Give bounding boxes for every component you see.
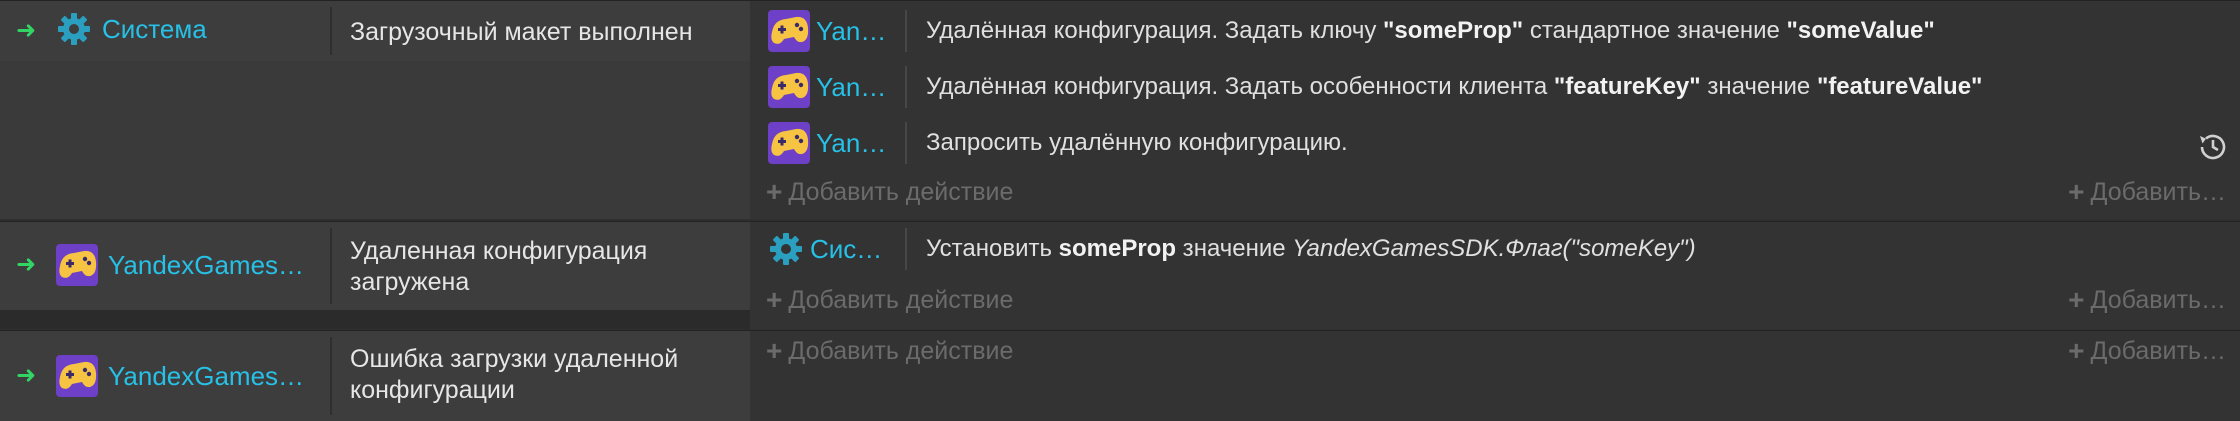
event-condition-area[interactable]: ➜ YandexGames… Ошибка загрузки удаленной… [0, 331, 750, 421]
action-text-part: Удалённая конфигурация. Задать особеннос… [926, 73, 1554, 100]
action-text-part: Установить [926, 235, 1059, 262]
add-more-label: Добавить… [2090, 285, 2227, 314]
event-sheet: ➜ Система Загрузочный макет выполнен Yan… [0, 0, 2240, 421]
action-text-part: стандартное значение [1523, 17, 1787, 44]
add-action-label: Добавить действие [788, 285, 1014, 314]
add-more-button[interactable]: + Добавить… [2068, 335, 2226, 367]
plus-icon: + [766, 335, 783, 366]
action-param: "someValue" [1786, 17, 1935, 44]
arrow-right-icon: ➜ [16, 16, 37, 44]
add-more-button[interactable]: + Добавить… [2068, 284, 2226, 316]
divider [905, 122, 907, 164]
action-object-name: Сис… [810, 233, 883, 264]
action-text[interactable]: Установить someProp значение YandexGames… [926, 235, 1696, 263]
action-text-part: значение [1176, 235, 1293, 262]
divider [330, 228, 332, 304]
action-expression: YandexGamesSDK.Флаг("someKey") [1292, 235, 1696, 262]
gear-icon [770, 233, 802, 265]
add-more-button[interactable]: + Добавить… [2068, 176, 2226, 208]
divider [905, 10, 907, 52]
action-text[interactable]: Удалённая конфигурация. Задать ключу "so… [926, 17, 1935, 45]
event-actions-area[interactable]: + Добавить действие + Добавить… [750, 331, 2240, 421]
action-param: "featureKey" [1553, 73, 1701, 100]
add-action-button[interactable]: + Добавить действие [766, 284, 1013, 316]
event-block[interactable]: ➜ YandexGames… Ошибка загрузки удаленной… [0, 330, 2240, 421]
add-action-row: + Добавить действие + Добавить… [750, 335, 2240, 373]
action-object-name: Yan… [816, 127, 887, 158]
event-block[interactable]: ➜ Система Загрузочный макет выполнен Yan… [0, 0, 2240, 219]
condition-text[interactable]: Удаленная конфигурация загружена [350, 236, 740, 298]
condition-row[interactable]: ➜ Система Загрузочный макет выполнен [0, 1, 750, 61]
action-text[interactable]: Запросить удалённую конфигурацию. [926, 129, 1348, 157]
divider [330, 7, 332, 55]
add-action-row: + Добавить действие + Добавить… [750, 284, 2240, 322]
plus-icon: + [2068, 284, 2085, 315]
condition-object-name: Система [102, 13, 207, 44]
arrow-right-icon: ➜ [16, 250, 37, 278]
gamepad-icon [768, 10, 810, 52]
action-object[interactable]: Сис… [768, 231, 882, 267]
action-param: someProp [1058, 235, 1177, 262]
add-action-row: + Добавить действие + Добавить… [750, 176, 2240, 214]
event-actions-area[interactable]: Yan… Удалённая конфигурация. Задать ключ… [750, 1, 2240, 219]
divider [905, 66, 907, 108]
plus-icon: + [766, 284, 783, 315]
action-object-name: Yan… [816, 71, 887, 102]
action-row[interactable]: Yan… Запросить удалённую конфигурацию. [750, 116, 2240, 170]
action-object[interactable]: Yan… [768, 122, 886, 164]
gamepad-icon [768, 66, 810, 108]
gamepad-icon [56, 244, 98, 286]
add-more-label: Добавить… [2090, 177, 2227, 206]
divider [905, 228, 907, 270]
condition-object-name: YandexGames… [108, 249, 305, 280]
async-clock-icon [2200, 134, 2226, 160]
event-condition-area[interactable]: ➜ Система Загрузочный макет выполнен [0, 1, 750, 219]
action-row[interactable]: Yan… Удалённая конфигурация. Задать особ… [750, 60, 2240, 114]
condition-object[interactable]: YandexGames… [56, 355, 304, 397]
divider [330, 337, 332, 415]
condition-object-name: YandexGames… [108, 360, 305, 391]
action-object[interactable]: Yan… [768, 10, 886, 52]
action-object-name: Yan… [816, 15, 887, 46]
add-action-label: Добавить действие [788, 177, 1014, 206]
action-param: "featureValue" [1816, 73, 1983, 100]
condition-text[interactable]: Загрузочный макет выполнен [350, 17, 740, 48]
action-text-part: Запросить удалённую конфигурацию. [926, 129, 1348, 156]
plus-icon: + [2068, 176, 2085, 207]
add-action-label: Добавить действие [788, 336, 1014, 365]
action-param: "someProp" [1383, 17, 1524, 44]
action-row[interactable]: Сис… Установить someProp значение Yandex… [750, 222, 2240, 276]
gear-icon [58, 13, 90, 45]
event-condition-area[interactable]: ➜ YandexGames… Удаленная конфигурация за… [0, 222, 750, 310]
event-actions-area[interactable]: Сис… Установить someProp значение Yandex… [750, 222, 2240, 329]
plus-icon: + [766, 176, 783, 207]
gamepad-icon [56, 355, 98, 397]
action-text[interactable]: Удалённая конфигурация. Задать особеннос… [926, 73, 1982, 101]
event-block[interactable]: ➜ YandexGames… Удаленная конфигурация за… [0, 221, 2240, 329]
condition-object[interactable]: YandexGames… [56, 244, 304, 286]
action-object[interactable]: Yan… [768, 66, 886, 108]
action-row[interactable]: Yan… Удалённая конфигурация. Задать ключ… [750, 4, 2240, 58]
condition-text[interactable]: Ошибка загрузки удаленной конфигурации [350, 344, 740, 406]
plus-icon: + [2068, 335, 2085, 366]
add-more-label: Добавить… [2090, 336, 2227, 365]
arrow-right-icon: ➜ [16, 361, 37, 389]
action-text-part: значение [1700, 73, 1817, 100]
condition-object[interactable]: Система [56, 11, 207, 47]
add-action-button[interactable]: + Добавить действие [766, 335, 1013, 367]
action-text-part: Удалённая конфигурация. Задать ключу [926, 17, 1384, 44]
add-action-button[interactable]: + Добавить действие [766, 176, 1013, 208]
gamepad-icon [768, 122, 810, 164]
